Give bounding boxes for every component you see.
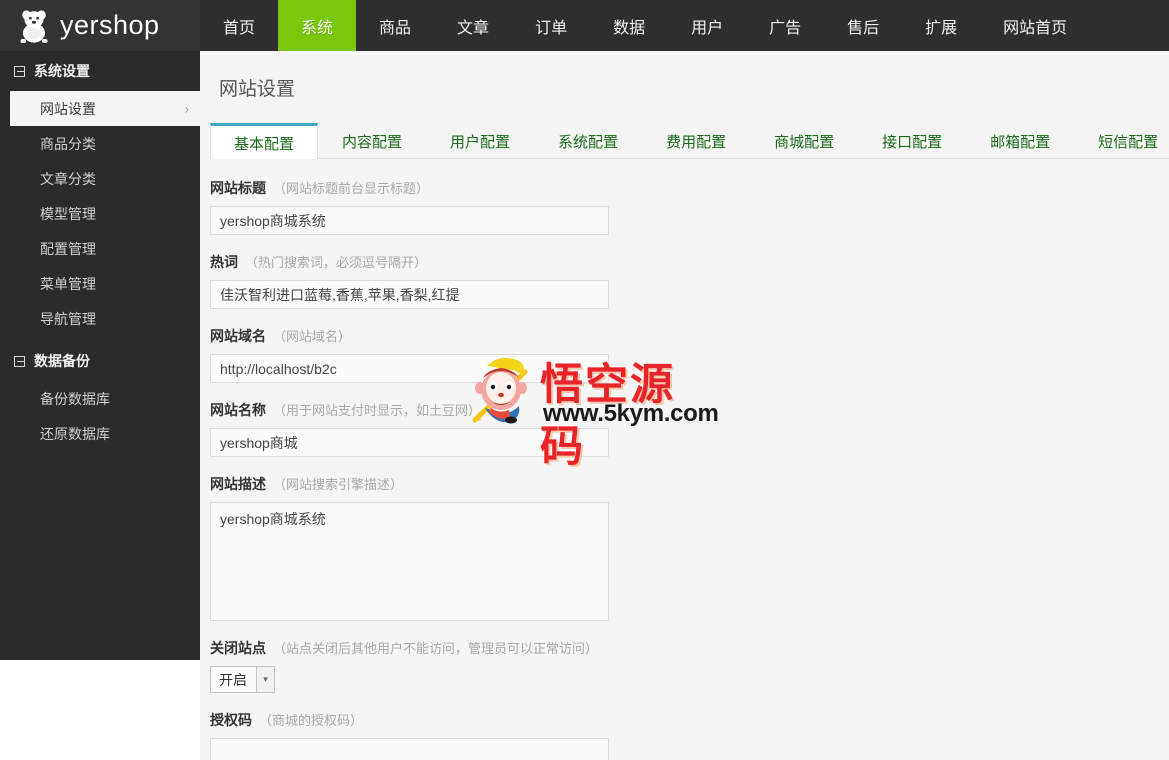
field-site-title: 网站标题 （网站标题前台显示标题） [210,178,1169,235]
nav-item-home[interactable]: 首页 [200,0,278,51]
sidebar-item-label: 模型管理 [40,205,96,222]
field-site-name: 网站名称 （用于网站支付时显示，如土豆网） [210,400,1169,457]
tab-user-config[interactable]: 用户配置 [426,123,534,159]
site-domain-label: 网站域名 （网站域名） [210,328,352,344]
nav-item-orders[interactable]: 订单 [512,0,590,51]
site-name-input[interactable] [210,428,609,457]
sidebar-item-label: 备份数据库 [40,390,110,407]
sidebar-group-label: 系统设置 [34,63,90,79]
nav-item-site-homepage[interactable]: 网站首页 [980,0,1090,51]
field-site-description: 网站描述 （网站搜索引擎描述） [210,474,1169,621]
site-title-hint: （网站标题前台显示标题） [273,181,430,196]
field-auth-code: 授权码 （商城的授权码） [210,710,1169,760]
field-hot-words: 热词 （热门搜索词，必须逗号隔开） [210,252,1169,309]
site-description-label: 网站描述 （网站搜索引擎描述） [210,476,404,492]
sidebar-item-restore-database[interactable]: 还原数据库 [10,416,200,451]
tab-fee-config[interactable]: 费用配置 [642,123,750,159]
sidebar-group-data-backup[interactable]: 数据备份 [0,341,200,381]
sidebar-item-article-category[interactable]: 文章分类 [10,161,200,196]
sidebar-item-menu-management[interactable]: 菜单管理 [10,266,200,301]
sidebar-group-system-settings[interactable]: 系统设置 [0,51,200,91]
tab-content-config[interactable]: 内容配置 [318,123,426,159]
nav-item-data[interactable]: 数据 [590,0,668,51]
close-site-label: 关闭站点 （站点关闭后其他用户不能访问，管理员可以正常访问） [210,640,599,656]
sidebar-item-label: 导航管理 [40,310,96,327]
brand-name-part1: yer [60,10,100,40]
sidebar-item-product-category[interactable]: 商品分类 [10,126,200,161]
hot-words-hint: （热门搜索词，必须逗号隔开） [245,255,428,270]
sidebar-group-label: 数据备份 [34,353,90,369]
site-title-input[interactable] [210,206,609,235]
page-title: 网站设置 [219,79,296,100]
nav-item-users[interactable]: 用户 [668,0,746,51]
site-name-hint: （用于网站支付时显示，如土豆网） [273,403,482,418]
main-navigation: 首页 系统 商品 文章 订单 数据 用户 广告 售后 扩展 网站首页 [200,0,1090,51]
hot-words-label: 热词 （热门搜索词，必须逗号隔开） [210,254,428,270]
basic-config-form: 网站标题（网站标题前台显示标题） 热词（热门搜索词，必须逗号隔开） 网站域名（网… [200,159,1169,760]
nav-item-ads[interactable]: 广告 [746,0,824,51]
brand-name-part2: shop [99,10,160,40]
hot-words-input[interactable] [210,280,609,309]
close-site-hint: （站点关闭后其他用户不能访问，管理员可以正常访问） [273,641,599,656]
sidebar-item-nav-management[interactable]: 导航管理 [10,301,200,336]
field-close-site: 关闭站点 （站点关闭后其他用户不能访问，管理员可以正常访问） 开启 ▾ [210,638,1169,693]
settings-tab-bar: 基本配置 内容配置 用户配置 系统配置 费用配置 商城配置 接口配置 邮箱配置 … [210,123,1169,160]
nav-item-extensions[interactable]: 扩展 [902,0,980,51]
tab-sms-config[interactable]: 短信配置 [1074,123,1169,159]
chevron-down-icon[interactable]: ▾ [256,667,274,692]
collapse-minus-box-icon [14,355,25,367]
sidebar-item-label: 网站设置 [40,100,96,117]
close-site-selected-value: 开启 [219,671,247,688]
auth-code-hint: （商城的授权码） [259,713,364,728]
site-domain-input[interactable] [210,354,609,383]
tab-basic-config[interactable]: 基本配置 [210,123,319,160]
nav-item-articles[interactable]: 文章 [434,0,512,51]
site-description-hint: （网站搜索引擎描述） [273,477,404,492]
field-site-domain: 网站域名 （网站域名） [210,326,1169,383]
sidebar: 系统设置 网站设置 › 商品分类 文章分类 模型管理 配置管理 菜单管理 导航管… [0,51,205,660]
tab-system-config[interactable]: 系统配置 [534,123,642,159]
auth-code-label: 授权码 （商城的授权码） [210,712,364,728]
sidebar-item-label: 菜单管理 [40,275,96,292]
sidebar-item-site-settings[interactable]: 网站设置 › [10,91,205,126]
site-title-label: 网站标题 （网站标题前台显示标题） [210,180,430,196]
close-site-select[interactable]: 开启 ▾ [210,666,275,693]
site-domain-hint: （网站域名） [273,329,352,344]
nav-item-system[interactable]: 系统 [278,0,357,51]
brand-name: yershop [60,10,160,41]
sidebar-item-label: 配置管理 [40,240,96,257]
tab-mall-config[interactable]: 商城配置 [750,123,858,159]
brand-logo[interactable]: yershop [0,0,200,51]
main-content: 网站设置 基本配置 内容配置 用户配置 系统配置 费用配置 商城配置 接口配置 … [200,51,1169,760]
nav-item-products[interactable]: 商品 [356,0,434,51]
collapse-minus-box-icon [14,65,25,77]
sidebar-item-label: 文章分类 [40,170,96,187]
site-description-textarea[interactable] [210,502,609,621]
tab-api-config[interactable]: 接口配置 [858,123,966,159]
site-name-label: 网站名称 （用于网站支付时显示，如土豆网） [210,402,482,418]
nav-item-aftersales[interactable]: 售后 [824,0,902,51]
tab-email-config[interactable]: 邮箱配置 [966,123,1074,159]
sidebar-item-label: 商品分类 [40,135,96,152]
chevron-right-icon: › [184,101,189,116]
top-header-bar: yershop 首页 系统 商品 文章 订单 数据 用户 广告 售后 扩展 网站… [0,0,1169,51]
sidebar-item-label: 还原数据库 [40,425,110,442]
bear-mascot-icon [14,6,54,46]
sidebar-item-backup-database[interactable]: 备份数据库 [10,381,200,416]
auth-code-input[interactable] [210,738,609,760]
sidebar-item-model-management[interactable]: 模型管理 [10,196,200,231]
sidebar-item-config-management[interactable]: 配置管理 [10,231,200,266]
